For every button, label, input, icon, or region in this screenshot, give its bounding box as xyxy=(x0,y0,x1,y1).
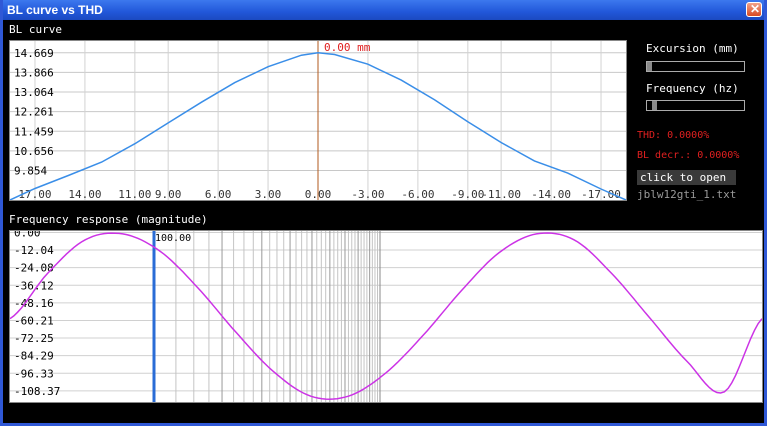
excursion-label: Excursion (mm) xyxy=(646,42,739,55)
freq-y-tick: -12.04 xyxy=(14,244,54,257)
bl-y-tick: 9.854 xyxy=(14,165,47,178)
freq-y-tick: 0.00 xyxy=(14,231,41,239)
bl-x-tick: 14.00 xyxy=(68,188,101,200)
bl-y-tick: 11.459 xyxy=(14,125,54,138)
bl-x-tick: -9.00 xyxy=(451,188,484,200)
excursion-slider[interactable] xyxy=(646,61,745,72)
freq-chart-panel[interactable]: 0.00 -12.04 -24.08 -36.12 -48.16 -60.21 -72.25… xyxy=(9,226,763,403)
open-file-button[interactable]: click to open xyxy=(637,170,736,185)
bl-y-tick: 10.656 xyxy=(14,145,54,158)
bl-y-tick: 12.261 xyxy=(14,106,54,119)
freq-y-tick: -84.29 xyxy=(14,350,54,363)
bl-y-tick: 14.669 xyxy=(14,47,54,60)
freq-y-tick: -96.33 xyxy=(14,367,54,380)
freq-y-tick: -60.21 xyxy=(14,314,54,327)
bl-x-tick: 11.00 xyxy=(118,188,151,200)
freq-curve-line xyxy=(9,232,763,400)
bl-panel-label: BL curve xyxy=(9,23,62,36)
excursion-slider-thumb[interactable] xyxy=(647,62,652,71)
frequency-slider-thumb[interactable] xyxy=(651,101,657,110)
bl-chart: 14.669 13.866 13.064 12.261 11.459 10.656 9.85… xyxy=(9,41,627,201)
bl-y-tick: 13.064 xyxy=(14,86,54,99)
close-icon: ✕ xyxy=(750,2,761,16)
bl-chart-panel[interactable]: 14.669 13.866 13.064 12.261 11.459 10.656 9.85… xyxy=(9,40,627,201)
bl-x-tick: 9.00 xyxy=(155,188,182,200)
bl-y-tick: 13.866 xyxy=(14,66,54,79)
close-button[interactable]: ✕ xyxy=(746,2,762,17)
frequency-slider[interactable] xyxy=(646,100,745,111)
bl-cursor-label: 0.00 mm xyxy=(324,41,371,54)
freq-y-tick: -72.25 xyxy=(14,332,54,345)
filename-label: jblw12gti_1.txt xyxy=(637,188,737,201)
bl-x-tick: -6.00 xyxy=(401,188,434,200)
title-bar[interactable]: BL curve vs THD ✕ xyxy=(3,0,764,20)
bl-x-tick: -11.00 xyxy=(481,188,521,200)
freq-y-tick: -108.37 xyxy=(14,385,60,398)
app-window: BL curve vs THD ✕ BL curve 14.669 13.866 1… xyxy=(0,0,767,426)
bl-x-tick: -14.00 xyxy=(531,188,571,200)
bl-x-tick: -3.00 xyxy=(351,188,384,200)
bl-x-tick: 6.00 xyxy=(205,188,232,200)
frequency-label: Frequency (hz) xyxy=(646,82,739,95)
freq-panel-label: Frequency response (magnitude) xyxy=(9,213,208,226)
bl-decrease-readout: BL decr.: 0.0000% xyxy=(637,150,740,161)
window-title: BL curve vs THD xyxy=(7,3,103,17)
freq-chart: 0.00-12.04-24.08-36.12-48.16-60.21-72.25… xyxy=(9,226,763,402)
bl-x-tick: 3.00 xyxy=(255,188,282,200)
freq-cursor-label: 100.00 xyxy=(155,233,191,244)
thd-readout: THD: 0.0000% xyxy=(637,130,710,141)
freq-y-tick: -48.16 xyxy=(14,297,54,310)
